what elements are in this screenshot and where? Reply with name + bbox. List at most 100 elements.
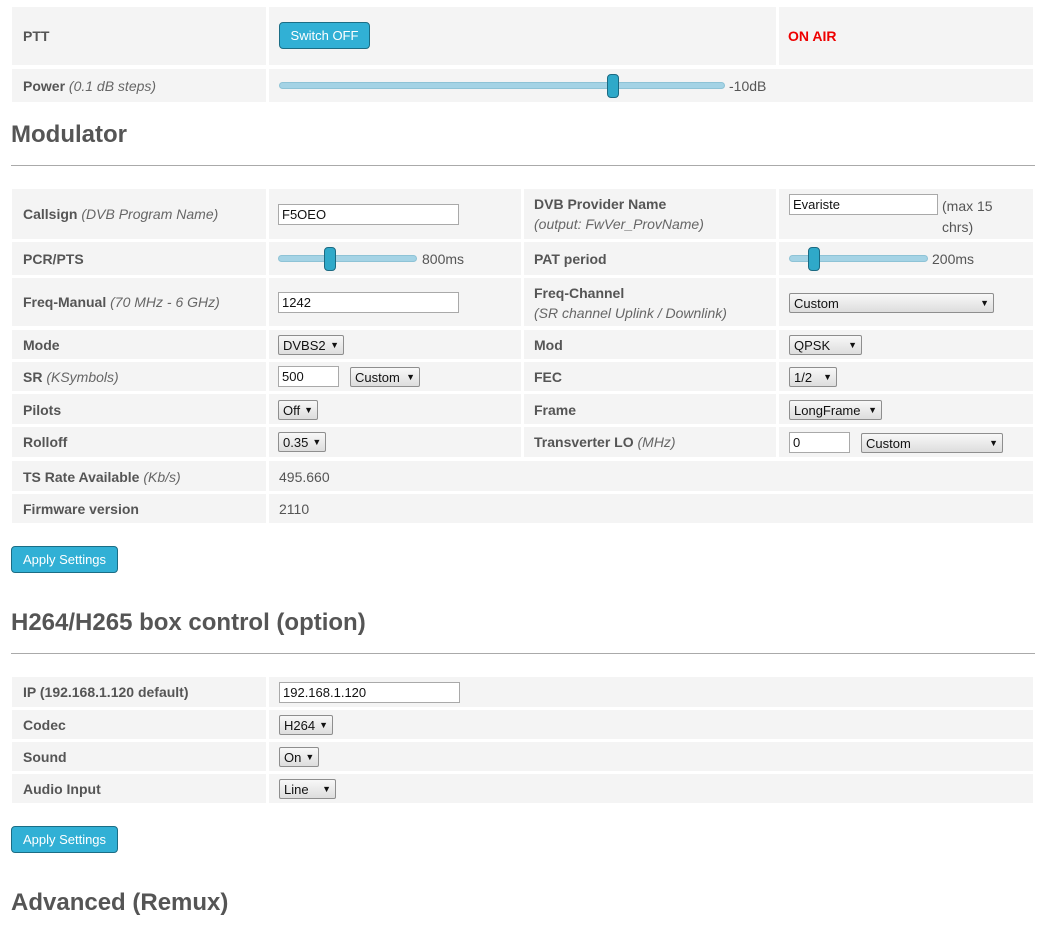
on-air-status: ON AIR — [788, 28, 837, 44]
mode-select[interactable]: DVBS2 ▼ — [278, 335, 344, 355]
frame-select[interactable]: LongFrame ▼ — [789, 400, 882, 420]
ip-input-cell: 192.168.1.120 — [269, 677, 1033, 707]
pcr-slider[interactable] — [278, 246, 417, 272]
callsign-label-cell: Callsign (DVB Program Name) — [12, 189, 266, 239]
power-value: -10dB — [729, 78, 767, 94]
frame-label-cell: Frame — [524, 394, 776, 424]
provider-input-cell: Evariste (max 15 chrs) — [779, 189, 1033, 239]
triangle-down-icon: ▼ — [980, 298, 989, 308]
firmware-label-cell: Firmware version — [12, 494, 266, 523]
fec-selected: 1/2 — [794, 369, 813, 385]
ts-rate-value-cell: 495.660 — [269, 461, 1033, 491]
frame-select-cell: LongFrame ▼ — [779, 394, 1033, 424]
audio-input-select[interactable]: Line ▼ — [279, 779, 336, 799]
mod-select-cell: QPSK ▼ — [779, 330, 1033, 359]
power-slider-cell: -10dB — [269, 69, 1033, 102]
freq-channel-selected: Custom — [794, 295, 839, 311]
sr-select[interactable]: Custom ▼ — [350, 367, 420, 387]
triangle-down-icon: ▼ — [305, 752, 315, 762]
callsign-sub: (DVB Program Name) — [81, 206, 219, 222]
transverter-input[interactable]: 0 — [789, 432, 850, 453]
rolloff-selected: 0.35 — [283, 434, 309, 450]
codec-label-cell: Codec — [12, 710, 266, 739]
freq-channel-label-cell: Freq-Channel (SR channel Uplink / Downli… — [524, 278, 776, 326]
sr-input[interactable]: 500 — [278, 366, 339, 387]
modulator-apply-button[interactable]: Apply Settings — [11, 546, 118, 573]
frame-selected: LongFrame — [794, 402, 861, 418]
pat-value: 200ms — [932, 251, 975, 267]
power-slider[interactable] — [279, 73, 725, 99]
pat-slider[interactable] — [789, 246, 928, 272]
provider-sub: (output: FwVer_ProvName) — [534, 216, 704, 232]
freq-channel-select[interactable]: Custom ▼ — [789, 293, 994, 313]
freq-manual-sub: (70 MHz - 6 GHz) — [110, 294, 220, 310]
transverter-selected: Custom — [866, 435, 911, 451]
sound-select-cell: On ▼ — [269, 742, 1033, 771]
frame-label: Frame — [534, 402, 577, 418]
transverter-sub: (MHz) — [637, 434, 676, 450]
mod-selected: QPSK — [794, 337, 831, 353]
power-slider-thumb[interactable] — [607, 74, 619, 98]
pilots-select[interactable]: Off ▼ — [278, 400, 318, 420]
pat-slider-thumb[interactable] — [808, 247, 820, 271]
provider-note: (max 15 chrs) — [942, 198, 993, 235]
mod-label-cell: Mod — [524, 330, 776, 359]
pilots-label: Pilots — [23, 402, 62, 418]
freq-manual-label: Freq-Manual — [23, 294, 107, 310]
rolloff-label-cell: Rolloff — [12, 427, 266, 457]
freq-manual-label-cell: Freq-Manual (70 MHz - 6 GHz) — [12, 278, 266, 326]
fec-select[interactable]: 1/2 ▼ — [789, 367, 837, 387]
sr-sub: (KSymbols) — [46, 369, 119, 385]
transverter-label-cell: Transverter LO (MHz) — [524, 427, 776, 457]
pilots-selected: Off — [283, 402, 301, 418]
callsign-input[interactable]: F5OEO — [278, 204, 459, 225]
pat-slider-cell: 200ms — [779, 242, 1033, 275]
advanced-heading: Advanced (Remux) — [11, 889, 229, 916]
ts-rate-label-cell: TS Rate Available (Kb/s) — [12, 461, 266, 491]
switch-off-button[interactable]: Switch OFF — [279, 22, 370, 49]
ts-rate-label: TS Rate Available — [23, 469, 140, 485]
freq-manual-input[interactable]: 1242 — [278, 292, 459, 313]
triangle-down-icon: ▼ — [848, 340, 857, 350]
triangle-down-icon: ▼ — [330, 340, 339, 350]
provider-input[interactable]: Evariste — [789, 194, 938, 215]
audio-input-label: Audio Input — [23, 781, 101, 797]
triangle-down-icon: ▼ — [312, 437, 322, 447]
ip-input[interactable]: 192.168.1.120 — [279, 682, 460, 703]
rolloff-select[interactable]: 0.35 ▼ — [278, 432, 326, 452]
h264-apply-button[interactable]: Apply Settings — [11, 826, 118, 853]
transverter-select[interactable]: Custom ▼ — [861, 433, 1003, 453]
ts-rate-sub: (Kb/s) — [143, 469, 181, 485]
triangle-down-icon: ▼ — [823, 372, 832, 382]
pat-label: PAT period — [534, 251, 607, 267]
fec-label: FEC — [534, 369, 562, 385]
freq-manual-label-wrap: Freq-Manual (70 MHz - 6 GHz) — [23, 294, 220, 310]
ip-label: IP (192.168.1.120 default) — [23, 684, 189, 700]
freq-channel-select-cell: Custom ▼ — [779, 278, 1033, 326]
transverter-input-cell: 0 Custom ▼ — [779, 427, 1033, 457]
callsign-label-wrap: Callsign (DVB Program Name) — [23, 206, 218, 222]
power-sub: (0.1 dB steps) — [68, 78, 157, 94]
power-label-wrap: Power (0.1 dB steps) — [23, 78, 156, 94]
mod-select[interactable]: QPSK ▼ — [789, 335, 862, 355]
h264-divider — [11, 653, 1035, 654]
audio-input-selected: Line — [284, 781, 309, 797]
ptt-label-cell: PTT — [12, 7, 266, 65]
fec-label-cell: FEC — [524, 362, 776, 391]
pcr-value: 800ms — [422, 251, 465, 267]
pcr-slider-thumb[interactable] — [324, 247, 336, 271]
triangle-down-icon: ▼ — [304, 405, 314, 415]
callsign-label: Callsign — [23, 206, 78, 222]
ts-rate-label-wrap: TS Rate Available (Kb/s) — [23, 469, 181, 485]
sound-select[interactable]: On ▼ — [279, 747, 319, 767]
mode-label: Mode — [23, 337, 60, 353]
ptt-label: PTT — [23, 28, 50, 44]
triangle-down-icon: ▼ — [989, 438, 998, 448]
sr-label-wrap: SR (KSymbols) — [23, 369, 119, 385]
rolloff-select-cell: 0.35 ▼ — [269, 427, 521, 457]
triangle-down-icon: ▼ — [868, 405, 877, 415]
mod-label: Mod — [534, 337, 563, 353]
transverter-label: Transverter LO — [534, 434, 634, 450]
power-label-cell: Power (0.1 dB steps) — [12, 69, 266, 102]
codec-select[interactable]: H264 ▼ — [279, 715, 333, 735]
